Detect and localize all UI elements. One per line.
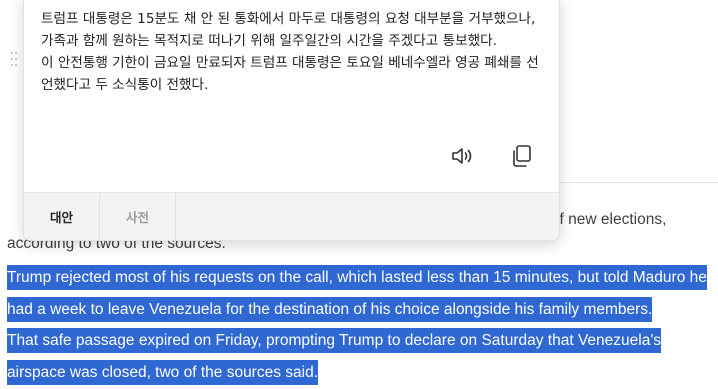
tab-dictionary[interactable]: 사전 <box>100 193 176 240</box>
copy-button[interactable] <box>509 143 535 169</box>
selected-paragraph-1[interactable]: Trump rejected most of his requests on t… <box>7 262 712 326</box>
tab-alternatives[interactable]: 대안 <box>24 193 100 240</box>
speaker-button[interactable] <box>449 143 475 169</box>
selected-paragraph-2-text[interactable]: That safe passage expired on Friday, pro… <box>7 328 662 385</box>
translation-popup: 트럼프 대통령은 15분도 채 안 된 통화에서 마두로 대통령의 요청 대부분… <box>11 0 560 241</box>
article-divider <box>558 182 718 183</box>
drag-handle-icon[interactable] <box>10 49 18 66</box>
speaker-icon <box>452 148 472 164</box>
translation-paragraph-1: 트럼프 대통령은 15분도 채 안 된 통화에서 마두로 대통령의 요청 대부분… <box>41 11 536 49</box>
copy-icon <box>513 145 531 167</box>
popup-tab-bar: 대안 사전 <box>24 192 559 240</box>
translation-paragraph-2: 이 안전통행 기한이 금요일 만료되자 트럼프 대통령은 토요일 베네수엘라 영… <box>41 55 539 93</box>
selected-paragraph-1-text[interactable]: Trump rejected most of his requests on t… <box>7 265 707 322</box>
selected-paragraph-2[interactable]: That safe passage expired on Friday, pro… <box>7 325 712 389</box>
translation-text: 트럼프 대통령은 15분도 채 안 된 통화에서 마두로 대통령의 요청 대부분… <box>41 8 541 96</box>
